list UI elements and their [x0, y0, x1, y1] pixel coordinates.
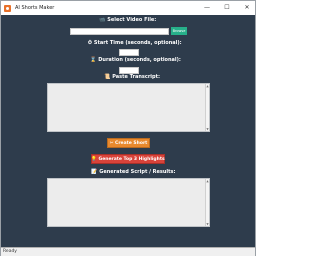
- results-label-text: Generated Script / Results:: [99, 169, 176, 175]
- transcript-scrollbar[interactable]: ▲ ▼: [205, 84, 209, 131]
- transcript-label: 📜 Paste Transcript:: [104, 74, 160, 80]
- stopwatch-icon: ⏱: [88, 40, 92, 46]
- scroll-up-icon[interactable]: ▲: [206, 179, 209, 183]
- window-controls: — ☐ ✕: [203, 1, 251, 15]
- start-time-label: ⏱ Start Time (seconds, optional):: [88, 40, 182, 46]
- scroll-icon: 📜: [104, 74, 111, 80]
- generate-highlights-button[interactable]: 💡 Generate Top 3 Highlights: [91, 154, 165, 164]
- window-title: AI Shorts Maker: [15, 5, 55, 11]
- app-window: AI Shorts Maker — ☐ ✕ 📹 Select Video Fil…: [0, 0, 256, 256]
- hourglass-icon: ⌛: [90, 57, 97, 63]
- minimize-icon[interactable]: —: [203, 5, 211, 11]
- results-label: 📝 Generated Script / Results:: [91, 169, 176, 175]
- close-icon[interactable]: ✕: [243, 5, 251, 11]
- transcript-label-text: Paste Transcript:: [112, 74, 160, 80]
- results-textarea[interactable]: ▲ ▼: [47, 178, 210, 227]
- app-icon: [4, 4, 11, 12]
- video-file-label-text: Select Video File:: [107, 17, 157, 23]
- create-short-button[interactable]: ✂ Create Short: [107, 138, 150, 148]
- video-file-input[interactable]: [70, 28, 169, 35]
- duration-input[interactable]: [119, 67, 139, 74]
- maximize-icon[interactable]: ☐: [223, 5, 231, 11]
- start-time-input[interactable]: [119, 49, 139, 56]
- video-file-label: 📹 Select Video File:: [99, 17, 156, 23]
- results-scrollbar[interactable]: ▲ ▼: [205, 179, 209, 226]
- duration-label-text: Duration (seconds, optional):: [98, 57, 181, 63]
- video-camera-icon: 📹: [99, 17, 106, 23]
- scroll-up-icon[interactable]: ▲: [206, 84, 209, 88]
- transcript-textarea[interactable]: ▲ ▼: [47, 83, 210, 132]
- title-bar: AI Shorts Maker — ☐ ✕: [1, 1, 255, 15]
- start-time-label-text: Start Time (seconds, optional):: [93, 40, 182, 46]
- browse-button[interactable]: Browse: [171, 27, 187, 35]
- duration-label: ⌛ Duration (seconds, optional):: [90, 57, 181, 63]
- memo-icon: 📝: [91, 169, 98, 175]
- status-bar: Ready: [1, 247, 255, 256]
- scroll-down-icon[interactable]: ▼: [206, 127, 209, 131]
- scroll-down-icon[interactable]: ▼: [206, 222, 209, 226]
